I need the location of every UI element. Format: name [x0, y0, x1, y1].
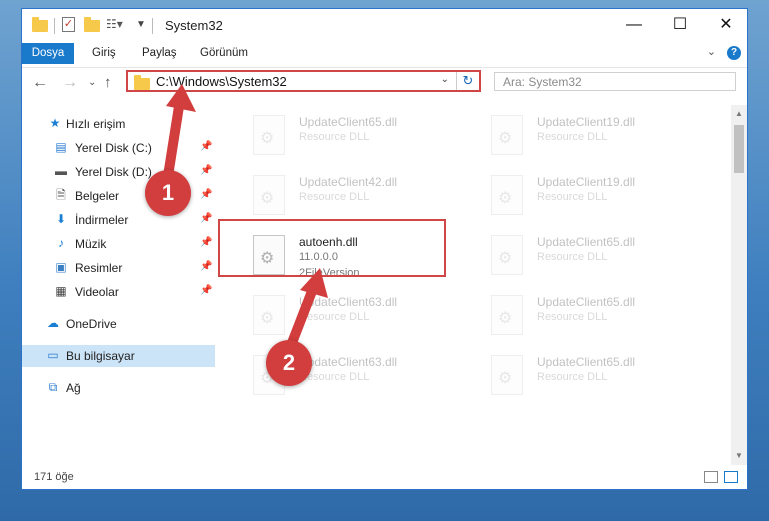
arrow-2-head: [300, 268, 328, 298]
arrow-1: [163, 95, 185, 181]
arrow-2: [285, 281, 319, 353]
annotation-arrows: [163, 84, 328, 353]
step-2-badge: 2: [266, 340, 312, 386]
step-1-badge: 1: [145, 170, 191, 216]
arrow-1-head: [166, 84, 196, 112]
